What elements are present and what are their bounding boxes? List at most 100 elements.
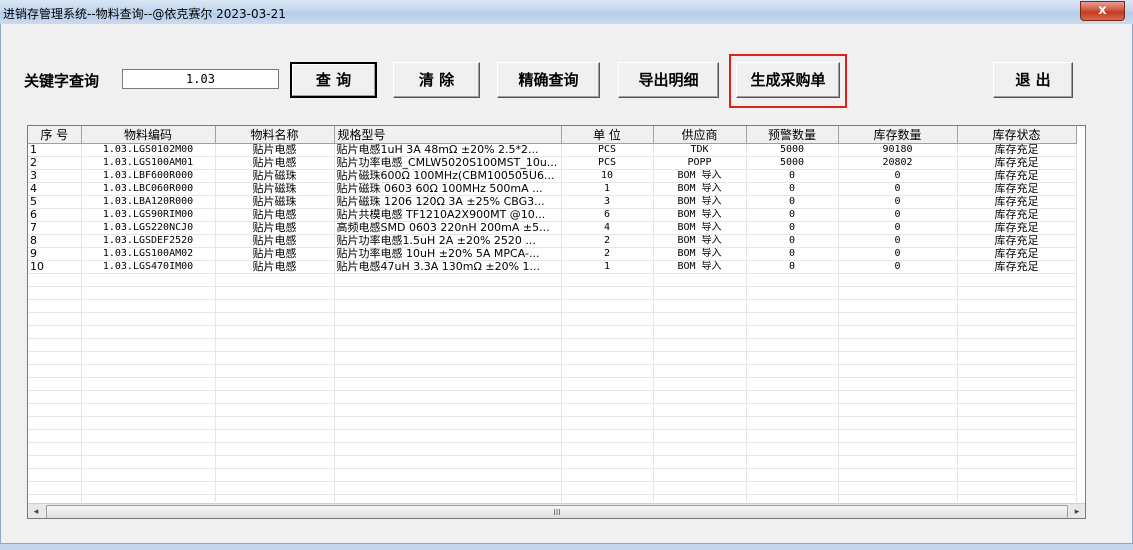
export-detail-button[interactable]: 导出明细 [618,62,719,98]
empty-row [28,481,1077,495]
cell-warning-qty: 0 [746,247,839,261]
empty-cell [334,416,562,430]
table-row[interactable]: 3 1.03.LBF600R000 贴片磁珠 贴片磁珠600Ω 100MHz(CBM1… [28,169,1077,183]
empty-cell [957,351,1077,365]
column-header-index[interactable]: 序 号 [28,126,82,144]
empty-cell [561,468,654,482]
empty-cell [838,455,958,469]
table-row[interactable]: 5 1.03.LBA120R000 贴片磁珠 贴片磁珠 1206 120Ω 3A ±2… [28,195,1077,209]
column-header-stock-qty[interactable]: 库存数量 [838,126,958,144]
table-row[interactable]: 8 1.03.LGSDEF2520 贴片电感 贴片功率电感1.5uH 2A ±20% … [28,234,1077,248]
table-row[interactable]: 2 1.03.LGS100AM01 贴片电感 贴片功率电感_CMLW5020S100M… [28,156,1077,170]
cell-warning-qty: 0 [746,195,839,209]
table-row[interactable]: 9 1.03.LGS100AM02 贴片电感 贴片功率电感 10uH ±20% 5A … [28,247,1077,261]
empty-cell [957,390,1077,404]
empty-cell [81,299,216,313]
scroll-left-arrow-icon[interactable]: ◂ [28,504,44,518]
table-row[interactable]: 7 1.03.LGS220NCJ0 贴片电感 高频电感SMD 0603 220nH 2… [28,221,1077,235]
empty-row [28,364,1077,378]
empty-cell [215,377,335,391]
clear-button[interactable]: 清 除 [393,62,480,98]
empty-cell [334,299,562,313]
empty-cell [334,377,562,391]
empty-cell [28,338,82,352]
empty-cell [215,416,335,430]
horizontal-scrollbar[interactable]: ◂ III ▸ [28,503,1085,518]
cell-index: 3 [28,169,82,183]
empty-cell [81,481,216,495]
cell-stock-status: 库存充足 [957,182,1077,196]
table-header-row: 序 号 物料编码 物料名称 规格型号 单 位 供应商 预警数量 库存数量 库存状… [28,126,1077,144]
cell-material-name: 贴片磁珠 [215,195,335,209]
column-header-warning-qty[interactable]: 预警数量 [746,126,839,144]
empty-cell [334,338,562,352]
cell-warning-qty: 0 [746,208,839,222]
material-data-grid[interactable]: 序 号 物料编码 物料名称 规格型号 单 位 供应商 预警数量 库存数量 库存状… [27,125,1086,519]
cell-supplier: BOM 导入 [653,208,747,222]
empty-cell [653,442,747,456]
window-title: 进销存管理系统--物料查询--@依克赛尔 2023-03-21 [3,7,286,21]
keyword-search-input[interactable] [122,69,279,89]
empty-row [28,286,1077,300]
empty-cell [28,390,82,404]
scrollbar-thumb[interactable]: III [46,505,1068,518]
empty-cell [746,416,839,430]
empty-cell [746,455,839,469]
table-row[interactable]: 6 1.03.LGS90RIM00 贴片电感 贴片共模电感 TF1210A2X900M… [28,208,1077,222]
empty-cell [81,377,216,391]
empty-cell [957,468,1077,482]
cell-supplier: BOM 导入 [653,247,747,261]
empty-cell [561,338,654,352]
query-button[interactable]: 查 询 [290,62,377,98]
empty-row [28,351,1077,365]
empty-cell [215,351,335,365]
empty-cell [28,273,82,287]
exact-query-button[interactable]: 精确查询 [497,62,600,98]
material-table: 序 号 物料编码 物料名称 规格型号 单 位 供应商 预警数量 库存数量 库存状… [28,126,1077,502]
empty-cell [28,455,82,469]
empty-row [28,416,1077,430]
empty-cell [215,299,335,313]
cell-material-name: 贴片电感 [215,221,335,235]
column-header-unit[interactable]: 单 位 [561,126,654,144]
column-header-material-name[interactable]: 物料名称 [215,126,335,144]
empty-cell [81,338,216,352]
empty-row [28,273,1077,287]
empty-cell [81,429,216,443]
table-row[interactable]: 4 1.03.LBC060R000 贴片磁珠 贴片磁珠 0603 60Ω 100MHz… [28,182,1077,196]
cell-material-name: 贴片电感 [215,260,335,274]
empty-cell [653,286,747,300]
table-row[interactable]: 10 1.03.LGS470IM00 贴片电感 贴片电感47uH 3.3A 130mΩ… [28,260,1077,274]
cell-material-code: 1.03.LGS220NCJ0 [81,221,216,235]
empty-cell [215,403,335,417]
cell-stock-status: 库存充足 [957,247,1077,261]
cell-spec-model: 贴片电感1uH 3A 48mΩ ±20% 2.5*2... [334,143,562,157]
empty-cell [81,416,216,430]
exit-button[interactable]: 退 出 [993,62,1073,98]
column-header-material-code[interactable]: 物料编码 [81,126,216,144]
cell-spec-model: 贴片功率电感1.5uH 2A ±20% 2520 ... [334,234,562,248]
empty-cell [215,455,335,469]
cell-material-name: 贴片电感 [215,208,335,222]
empty-cell [28,403,82,417]
empty-cell [81,286,216,300]
column-header-spec-model[interactable]: 规格型号 [334,126,562,144]
cell-unit: 2 [561,234,654,248]
table-row[interactable]: 1 1.03.LGS0102M00 贴片电感 贴片电感1uH 3A 48mΩ ±20%… [28,143,1077,157]
empty-cell [81,273,216,287]
column-header-stock-status[interactable]: 库存状态 [957,126,1077,144]
scroll-right-arrow-icon[interactable]: ▸ [1069,504,1085,518]
empty-cell [561,403,654,417]
empty-cell [334,403,562,417]
empty-cell [957,325,1077,339]
empty-cell [838,377,958,391]
cell-material-name: 贴片电感 [215,234,335,248]
empty-cell [653,312,747,326]
empty-cell [81,403,216,417]
close-button[interactable]: x [1080,1,1125,21]
empty-cell [561,494,654,502]
empty-cell [746,273,839,287]
empty-cell [81,325,216,339]
column-header-supplier[interactable]: 供应商 [653,126,747,144]
cell-spec-model: 贴片共模电感 TF1210A2X900MT @10... [334,208,562,222]
